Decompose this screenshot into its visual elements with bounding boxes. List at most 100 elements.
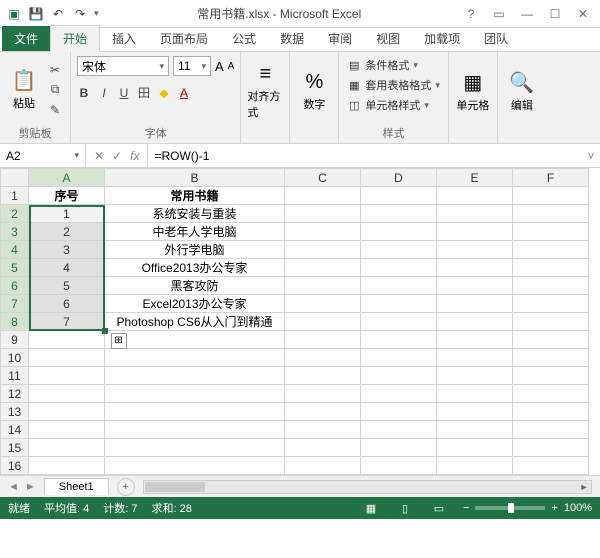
- row-header-2[interactable]: 2: [1, 205, 29, 223]
- row-header-15[interactable]: 15: [1, 439, 29, 457]
- cell-F12[interactable]: [513, 385, 589, 403]
- help-icon[interactable]: ?: [458, 4, 484, 24]
- close-icon[interactable]: ✕: [570, 4, 596, 24]
- tab-layout[interactable]: 页面布局: [148, 26, 220, 51]
- row-header-7[interactable]: 7: [1, 295, 29, 313]
- editing-button[interactable]: 🔍编辑: [504, 56, 540, 127]
- cell-E9[interactable]: [437, 331, 513, 349]
- cell-C10[interactable]: [285, 349, 361, 367]
- cell-C1[interactable]: [285, 187, 361, 205]
- column-header-E[interactable]: E: [437, 169, 513, 187]
- name-box[interactable]: A2▾: [0, 144, 86, 167]
- cell-F13[interactable]: [513, 403, 589, 421]
- cell-F3[interactable]: [513, 223, 589, 241]
- cell-B8[interactable]: Photoshop CS6从入门到精通: [105, 313, 285, 331]
- cell-A7[interactable]: 6: [29, 295, 105, 313]
- cell-C13[interactable]: [285, 403, 361, 421]
- paste-button[interactable]: 📋 粘贴: [6, 56, 42, 123]
- cell-D9[interactable]: [361, 331, 437, 349]
- cell-A14[interactable]: [29, 421, 105, 439]
- cell-C2[interactable]: [285, 205, 361, 223]
- column-header-B[interactable]: B: [105, 169, 285, 187]
- fill-color-button[interactable]: ◆: [157, 86, 171, 100]
- cell-E10[interactable]: [437, 349, 513, 367]
- cell-F14[interactable]: [513, 421, 589, 439]
- row-header-12[interactable]: 12: [1, 385, 29, 403]
- cell-E6[interactable]: [437, 277, 513, 295]
- tab-home[interactable]: 开始: [50, 25, 100, 52]
- cell-D7[interactable]: [361, 295, 437, 313]
- cell-B9[interactable]: [105, 331, 285, 349]
- tab-data[interactable]: 数据: [268, 26, 316, 51]
- cell-A8[interactable]: 7: [29, 313, 105, 331]
- cell-D12[interactable]: [361, 385, 437, 403]
- zoom-out-icon[interactable]: −: [463, 502, 469, 514]
- tab-formulas[interactable]: 公式: [220, 26, 268, 51]
- fx-icon[interactable]: fx: [130, 149, 139, 163]
- row-header-13[interactable]: 13: [1, 403, 29, 421]
- cell-F6[interactable]: [513, 277, 589, 295]
- font-color-button[interactable]: A: [177, 86, 191, 100]
- cell-E16[interactable]: [437, 457, 513, 475]
- cell-F9[interactable]: [513, 331, 589, 349]
- cell-F2[interactable]: [513, 205, 589, 223]
- cell-B13[interactable]: [105, 403, 285, 421]
- cell-F10[interactable]: [513, 349, 589, 367]
- scroll-right-icon[interactable]: ►: [577, 482, 591, 492]
- cell-E12[interactable]: [437, 385, 513, 403]
- cell-C3[interactable]: [285, 223, 361, 241]
- cell-D10[interactable]: [361, 349, 437, 367]
- autofill-options-button[interactable]: ⊞: [111, 333, 127, 349]
- horizontal-scrollbar[interactable]: ◄ ►: [143, 480, 592, 494]
- row-header-4[interactable]: 4: [1, 241, 29, 259]
- cell-E1[interactable]: [437, 187, 513, 205]
- tab-file[interactable]: 文件: [2, 26, 50, 51]
- row-header-6[interactable]: 6: [1, 277, 29, 295]
- tab-view[interactable]: 视图: [364, 26, 412, 51]
- cell-E2[interactable]: [437, 205, 513, 223]
- cell-B6[interactable]: 黑客攻防: [105, 277, 285, 295]
- copy-icon[interactable]: ⧉: [46, 82, 64, 98]
- cell-E8[interactable]: [437, 313, 513, 331]
- cell-C9[interactable]: [285, 331, 361, 349]
- zoom-control[interactable]: − + 100%: [463, 502, 592, 514]
- cell-C7[interactable]: [285, 295, 361, 313]
- spreadsheet-grid[interactable]: ABCDEF1序号常用书籍21系统安装与重装32中老年人学电脑43外行学电脑54…: [0, 168, 600, 475]
- cell-A11[interactable]: [29, 367, 105, 385]
- cell-A3[interactable]: 2: [29, 223, 105, 241]
- undo-icon[interactable]: ↶: [50, 6, 66, 22]
- cell-F8[interactable]: [513, 313, 589, 331]
- cell-D5[interactable]: [361, 259, 437, 277]
- format-painter-icon[interactable]: ✎: [46, 102, 64, 118]
- scroll-thumb[interactable]: [145, 482, 205, 492]
- cell-B7[interactable]: Excel2013办公专家: [105, 295, 285, 313]
- save-icon[interactable]: 💾: [28, 6, 44, 22]
- cell-A12[interactable]: [29, 385, 105, 403]
- cell-C4[interactable]: [285, 241, 361, 259]
- cell-E15[interactable]: [437, 439, 513, 457]
- cell-D3[interactable]: [361, 223, 437, 241]
- cell-B10[interactable]: [105, 349, 285, 367]
- cell-A4[interactable]: 3: [29, 241, 105, 259]
- cell-F11[interactable]: [513, 367, 589, 385]
- cell-C11[interactable]: [285, 367, 361, 385]
- cell-A9[interactable]: [29, 331, 105, 349]
- cell-D2[interactable]: [361, 205, 437, 223]
- cell-D4[interactable]: [361, 241, 437, 259]
- cell-D1[interactable]: [361, 187, 437, 205]
- minimize-icon[interactable]: —: [514, 4, 540, 24]
- expand-formula-icon[interactable]: ˅: [582, 144, 600, 167]
- ribbon-options-icon[interactable]: ▭: [486, 4, 512, 24]
- row-header-11[interactable]: 11: [1, 367, 29, 385]
- cell-A10[interactable]: [29, 349, 105, 367]
- font-name-select[interactable]: 宋体▾: [77, 56, 169, 76]
- cell-B2[interactable]: 系统安装与重装: [105, 205, 285, 223]
- view-layout-icon[interactable]: ▯: [395, 502, 415, 515]
- format-as-table-button[interactable]: ▦套用表格格式▾: [345, 76, 442, 94]
- cell-E11[interactable]: [437, 367, 513, 385]
- add-sheet-button[interactable]: +: [117, 478, 135, 496]
- cell-C14[interactable]: [285, 421, 361, 439]
- cell-A15[interactable]: [29, 439, 105, 457]
- redo-icon[interactable]: ↷: [72, 6, 88, 22]
- cell-C15[interactable]: [285, 439, 361, 457]
